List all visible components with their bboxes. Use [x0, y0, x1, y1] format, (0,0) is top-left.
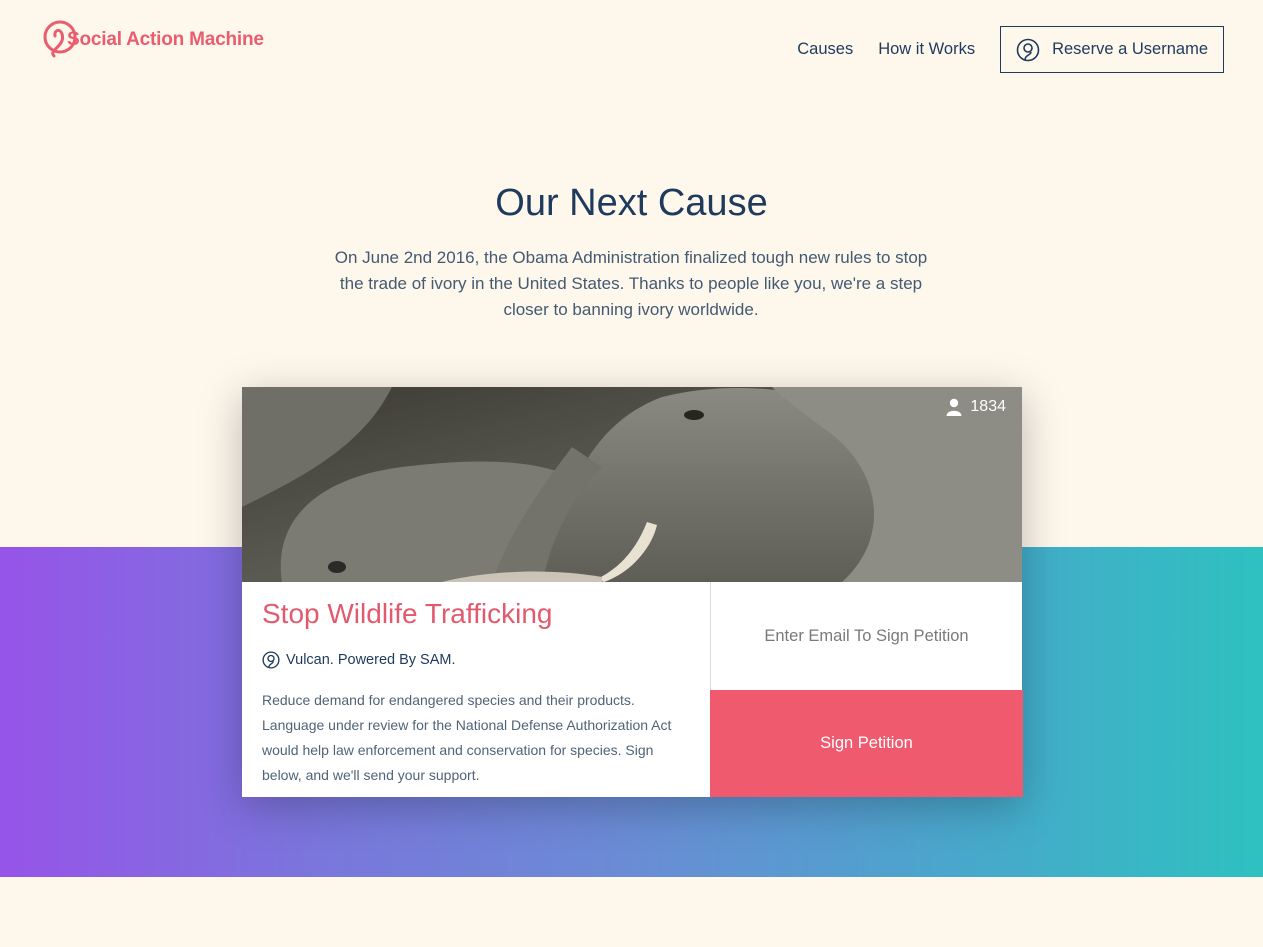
- reserve-username-button[interactable]: Reserve a Username: [1000, 26, 1224, 73]
- elephants-photo: 1834: [242, 387, 1022, 582]
- nav-how-it-works[interactable]: How it Works: [878, 40, 975, 59]
- cause-organization: Vulcan. Powered By SAM.: [262, 651, 456, 669]
- page: Social Action Machine Causes How it Work…: [0, 0, 1263, 947]
- cause-card: 1834 Stop Wildlife Trafficking Vulcan. P…: [242, 387, 1023, 797]
- supporter-count-value: 1834: [970, 398, 1006, 415]
- brand-logo-icon: [43, 20, 77, 58]
- cause-title[interactable]: Stop Wildlife Trafficking: [262, 598, 553, 630]
- cause-details: Stop Wildlife Trafficking Vulcan. Powere…: [242, 582, 710, 797]
- sign-petition-button[interactable]: Sign Petition: [710, 690, 1023, 797]
- user-circle-icon: [262, 651, 280, 669]
- email-field[interactable]: [711, 582, 1022, 690]
- elephants-illustration: [242, 387, 1022, 582]
- hero-description: On June 2nd 2016, the Obama Administrati…: [334, 248, 928, 319]
- person-icon: [946, 398, 962, 416]
- nav-causes[interactable]: Causes: [797, 40, 853, 59]
- user-circle-icon: [1016, 38, 1040, 61]
- main-nav: Causes How it Works Reserve a Username: [797, 26, 1224, 73]
- hero-title: Our Next Cause: [495, 182, 768, 224]
- brand-name: Social Action Machine: [67, 29, 264, 50]
- cause-description: Reduce demand for endangered species and…: [262, 692, 672, 783]
- organization-name: Vulcan. Powered By SAM.: [286, 652, 456, 668]
- petition-form: Sign Petition: [710, 582, 1023, 797]
- reserve-username-label: Reserve a Username: [1052, 40, 1208, 58]
- brand-logo[interactable]: Social Action Machine: [40, 20, 264, 60]
- supporter-count: 1834: [946, 398, 1006, 416]
